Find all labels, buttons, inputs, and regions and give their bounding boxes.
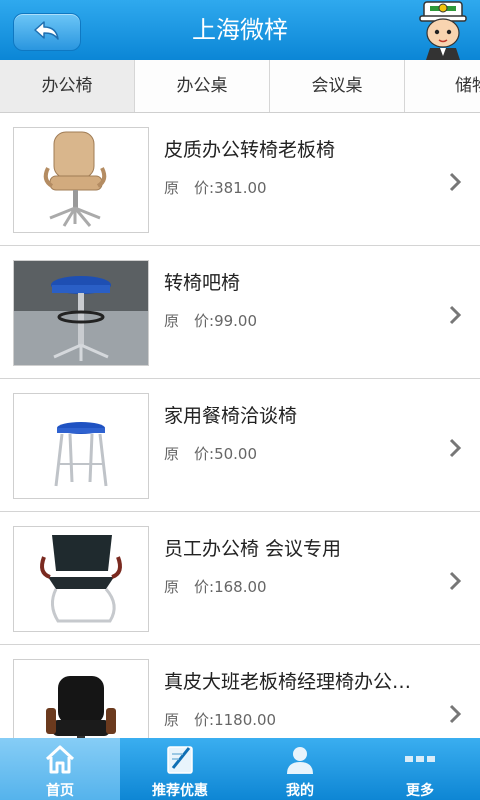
product-image	[13, 393, 149, 499]
nav-label: 更多	[406, 783, 434, 799]
list-item[interactable]: 真皮大班老板椅经理椅办公… 原 价:1180.00	[0, 645, 480, 738]
tab-storage[interactable]: 储物	[405, 60, 480, 112]
category-tabs: 办公椅 办公桌 会议桌 储物	[0, 60, 480, 113]
recommend-icon	[167, 746, 193, 774]
product-price: 原 价:1180.00	[164, 711, 277, 729]
chevron-right-icon	[449, 571, 462, 591]
mascot-avatar	[419, 1, 467, 60]
product-name: 家用餐椅洽谈椅	[164, 405, 298, 427]
product-image	[13, 659, 149, 738]
list-item[interactable]: 家用餐椅洽谈椅 原 价:50.00	[0, 379, 480, 512]
nav-label: 首页	[46, 783, 74, 799]
list-item[interactable]: 皮质办公转椅老板椅 原 价:381.00	[0, 113, 480, 246]
product-price: 原 价:168.00	[164, 578, 267, 596]
list-item[interactable]: 员工办公椅 会议专用 原 价:168.00	[0, 512, 480, 645]
product-price: 原 价:50.00	[164, 445, 258, 463]
home-icon	[45, 745, 75, 774]
more-icon	[405, 756, 435, 762]
nav-mine[interactable]: 我的	[240, 738, 360, 800]
nav-label: 我的	[286, 783, 314, 799]
user-icon	[287, 747, 313, 774]
tab-office-desk[interactable]: 办公桌	[135, 60, 270, 112]
page-title: 上海微梓	[192, 16, 288, 44]
list-item[interactable]: 转椅吧椅 原 价:99.00	[0, 246, 480, 379]
chevron-right-icon	[449, 704, 462, 724]
app-header: 上海微梓	[0, 0, 480, 60]
nav-home[interactable]: 首页	[0, 738, 120, 800]
product-name: 转椅吧椅	[164, 272, 241, 294]
product-image	[13, 526, 149, 632]
tab-office-chair[interactable]: 办公椅	[0, 60, 135, 112]
bottom-nav: 首页 推荐优惠 我的 更多	[0, 738, 480, 800]
product-name: 真皮大班老板椅经理椅办公…	[164, 671, 412, 693]
chevron-right-icon	[449, 172, 462, 192]
tab-conference-table[interactable]: 会议桌	[270, 60, 405, 112]
product-image	[13, 127, 149, 233]
product-name: 皮质办公转椅老板椅	[164, 139, 336, 161]
product-list: 皮质办公转椅老板椅 原 价:381.00 转椅吧椅 原 价:99.00 家用餐椅…	[0, 113, 480, 738]
product-image	[13, 260, 149, 366]
product-price: 原 价:99.00	[164, 312, 258, 330]
nav-recommend[interactable]: 推荐优惠	[120, 738, 240, 800]
nav-more[interactable]: 更多	[360, 738, 480, 800]
nav-label: 推荐优惠	[152, 783, 208, 799]
product-name: 员工办公椅 会议专用	[164, 538, 342, 560]
product-price: 原 价:381.00	[164, 179, 267, 197]
chevron-right-icon	[449, 438, 462, 458]
chevron-right-icon	[449, 305, 462, 325]
